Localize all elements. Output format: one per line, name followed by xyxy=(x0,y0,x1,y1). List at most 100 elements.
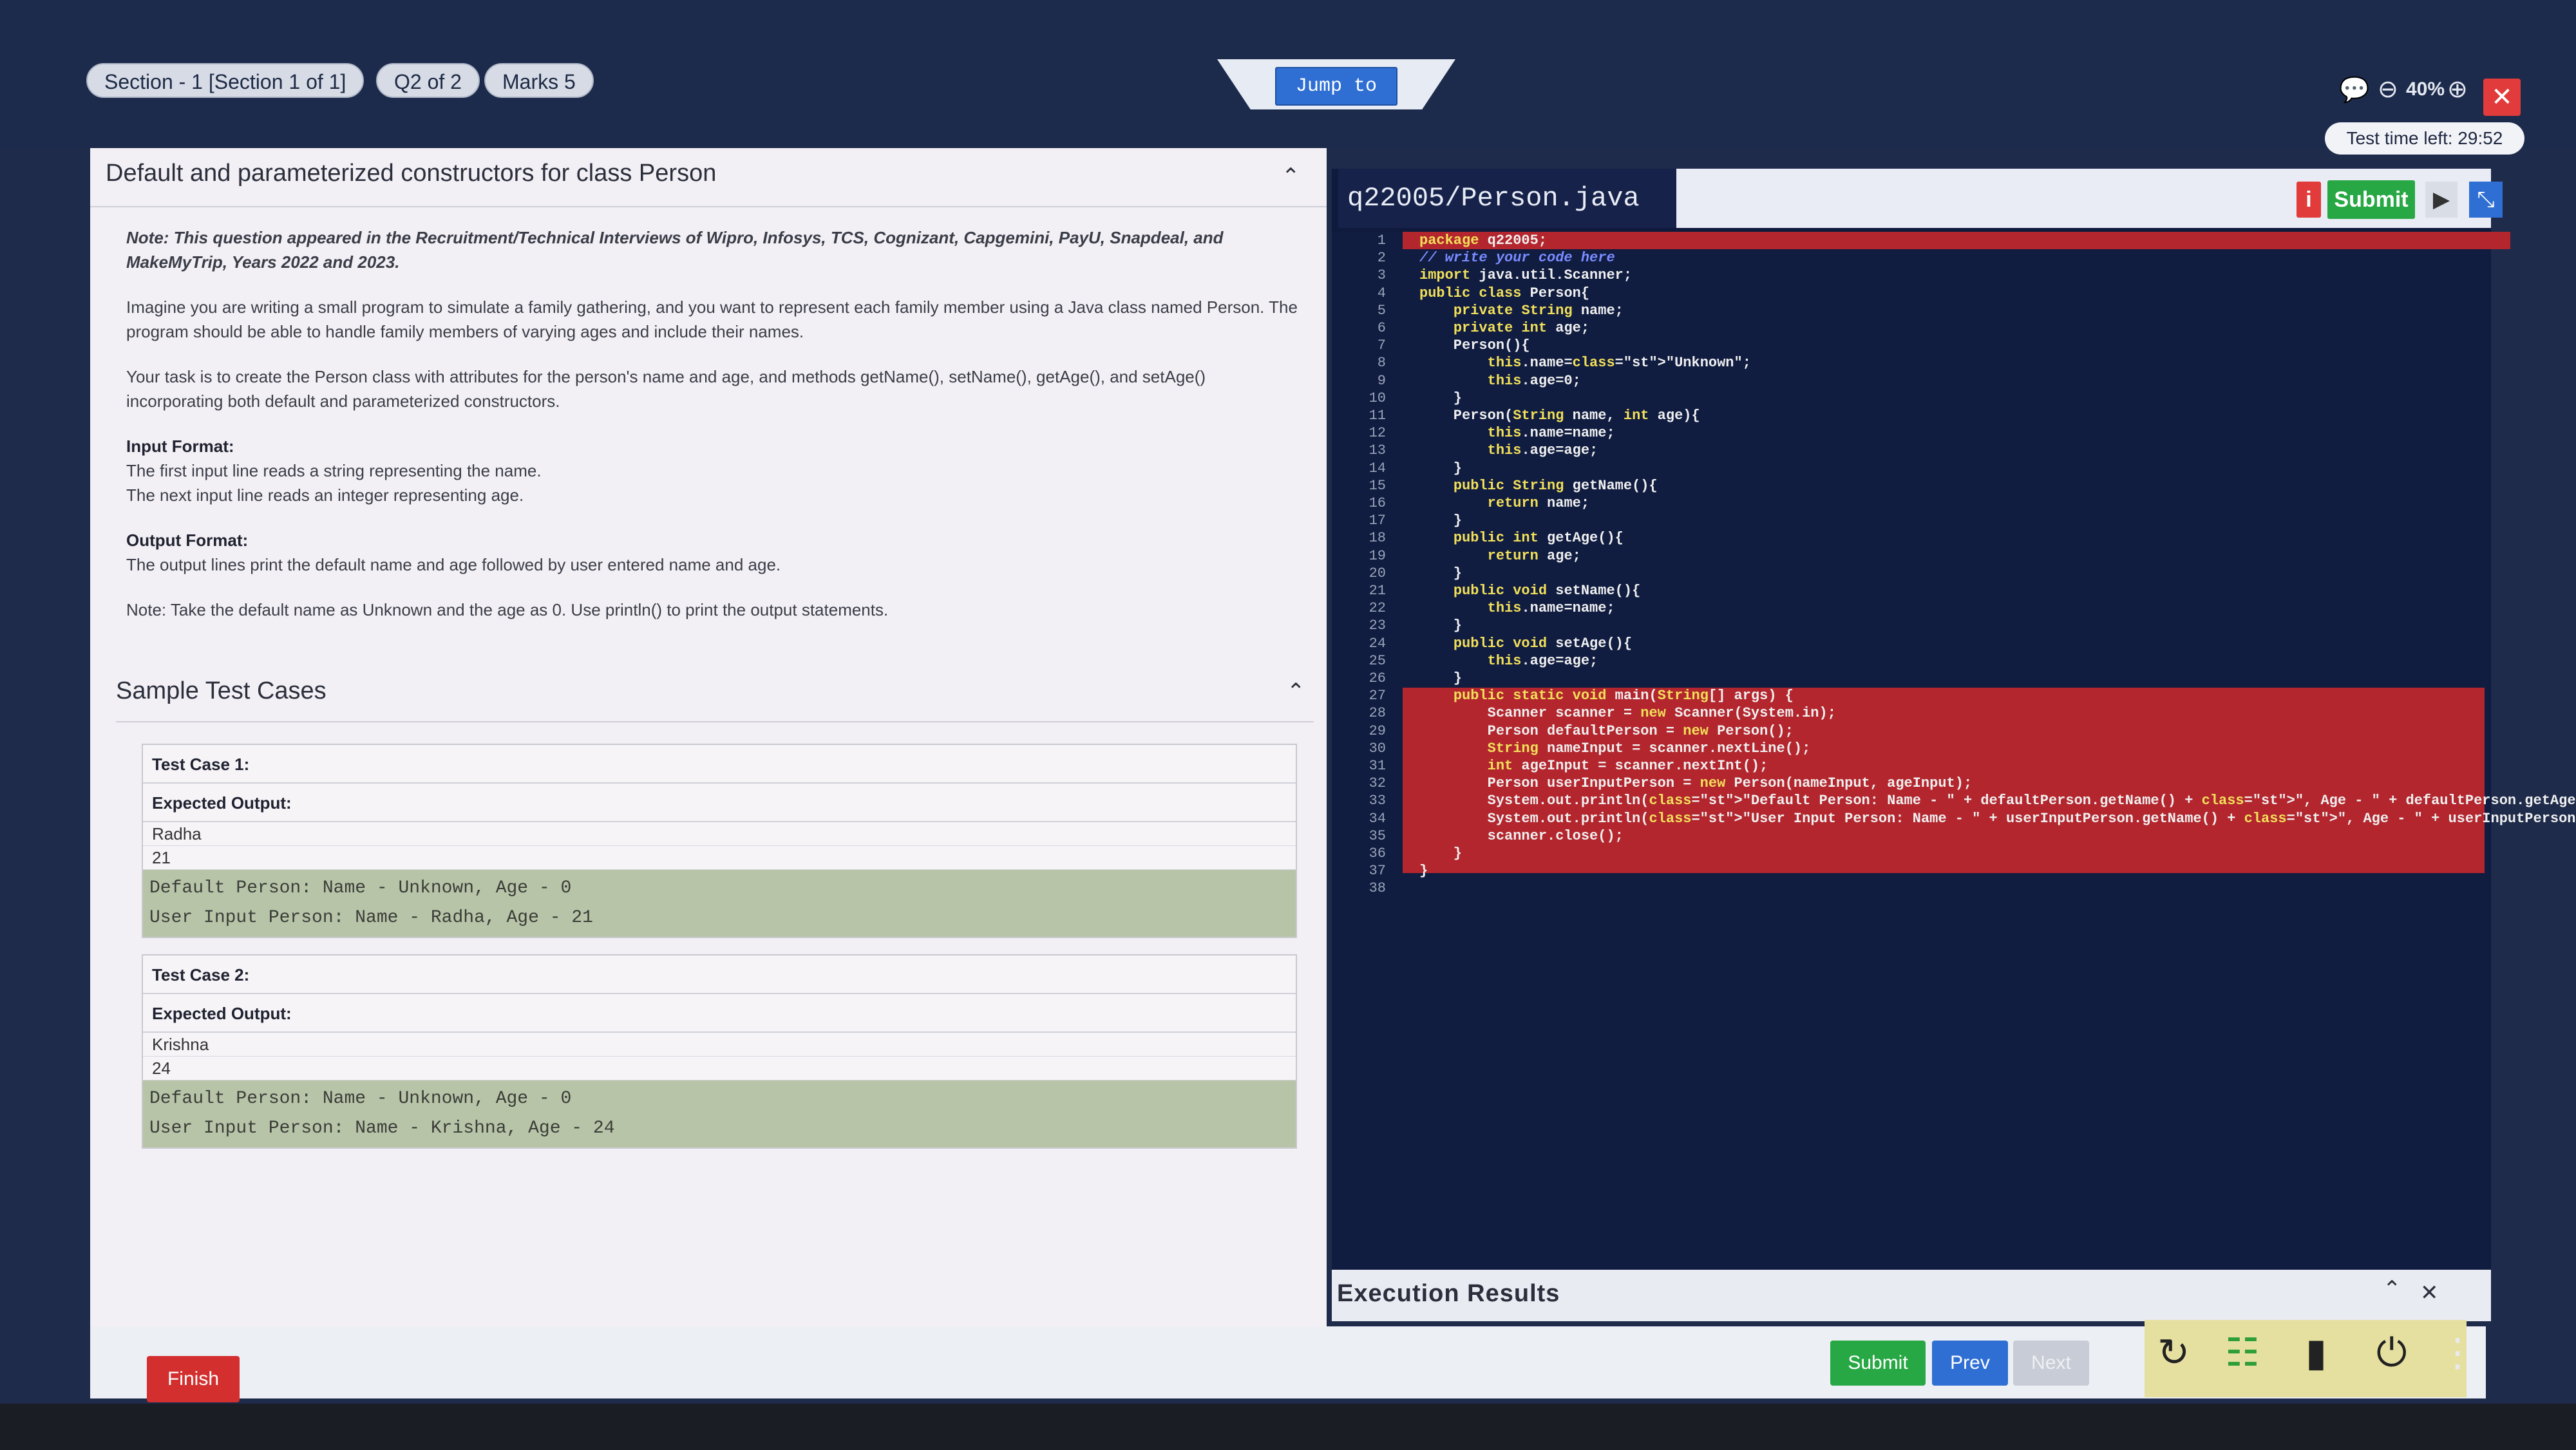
time-left-badge: Test time left: 29:52 xyxy=(2325,122,2524,155)
question-panel: Default and parameterized constructors f… xyxy=(90,148,1327,1378)
code-line[interactable]: 29 Person defaultPerson = new Person(); xyxy=(1340,722,1794,740)
code-line[interactable]: 36 } xyxy=(1340,845,1462,862)
line-number: 22 xyxy=(1368,600,1386,617)
question-note: Note: This question appeared in the Recr… xyxy=(126,228,1224,272)
code-line[interactable]: 6 private int age; xyxy=(1340,319,1589,337)
code-line[interactable]: 35 scanner.close(); xyxy=(1340,827,1624,845)
code-line[interactable]: 9 this.age=0; xyxy=(1340,372,1581,390)
collapse-chevron-icon[interactable]: ⌃ xyxy=(1282,164,1300,189)
code-line[interactable]: 3 import java.util.Scanner; xyxy=(1340,267,1632,284)
final-note: Note: Take the default name as Unknown a… xyxy=(126,600,889,619)
chat-icon[interactable]: 💬 xyxy=(2339,76,2369,104)
bottom-bar xyxy=(90,1326,2486,1398)
code-text: String nameInput = scanner.nextLine(); xyxy=(1487,740,1811,757)
code-text: private String name; xyxy=(1453,302,1624,319)
section-badge[interactable]: Section - 1 [Section 1 of 1] xyxy=(86,63,365,98)
code-line[interactable]: 18 public int getAge(){ xyxy=(1340,529,1624,547)
line-number: 32 xyxy=(1368,775,1386,792)
execution-results-panel: Execution Results ⌃ ✕ xyxy=(1332,1270,2491,1321)
code-text: } xyxy=(1419,390,1463,406)
code-text: public static void main(String[] args) { xyxy=(1453,688,1794,704)
run-icon[interactable]: ▶ xyxy=(2425,182,2458,218)
wifi-icon[interactable]: ☷ xyxy=(2225,1330,2260,1375)
code-line[interactable]: 28 Scanner scanner = new Scanner(System.… xyxy=(1340,704,1836,722)
code-line[interactable]: 20 } xyxy=(1340,565,1462,582)
submit-button[interactable]: Submit xyxy=(1830,1341,1926,1386)
code-text: private int age; xyxy=(1453,320,1590,336)
close-icon[interactable]: ✕ xyxy=(2483,79,2521,116)
prev-button[interactable]: Prev xyxy=(1932,1341,2008,1386)
code-line[interactable]: 34 System.out.println(class="st">"User I… xyxy=(1340,810,2576,827)
zoom-in-icon[interactable]: ⊕ xyxy=(2447,75,2468,104)
code-line[interactable]: 31 int ageInput = scanner.nextInt(); xyxy=(1340,757,1768,775)
code-line[interactable]: 27 public static void main(String[] args… xyxy=(1340,687,1794,704)
editor-submit-button[interactable]: Submit xyxy=(2327,180,2415,219)
file-tab[interactable]: q22005/Person.java xyxy=(1338,169,1676,228)
code-text: } xyxy=(1419,845,1463,862)
code-text: } xyxy=(1419,513,1463,529)
code-line[interactable]: 21 public void setName(){ xyxy=(1340,582,1641,599)
code-text: public int getAge(){ xyxy=(1453,530,1624,547)
code-text: package q22005; xyxy=(1419,232,1548,249)
code-line[interactable]: 15 public String getName(){ xyxy=(1340,477,1658,494)
code-line[interactable]: 4 public class Person{ xyxy=(1340,285,1589,302)
refresh-icon[interactable]: ↻ xyxy=(2157,1330,2190,1375)
screen-bezel xyxy=(0,1404,2576,1450)
line-number: 8 xyxy=(1377,355,1386,372)
collapse-chevron-icon[interactable]: ⌃ xyxy=(1287,679,1305,704)
code-line[interactable]: 7 Person(){ xyxy=(1340,337,1530,354)
power-icon[interactable]: ⏻ xyxy=(2376,1330,2407,1375)
collapse-chevron-icon[interactable]: ⌃ xyxy=(2383,1276,2401,1302)
question-badge[interactable]: Q2 of 2 xyxy=(376,63,480,98)
line-number: 23 xyxy=(1368,617,1386,634)
expected-output-label: Expected Output: xyxy=(143,784,1296,822)
info-button[interactable]: i xyxy=(2297,182,2321,218)
line-number: 9 xyxy=(1377,372,1386,389)
code-line[interactable]: 10 } xyxy=(1340,390,1462,407)
code-text: Person userInputPerson = new Person(name… xyxy=(1419,775,1973,792)
jump-to-button[interactable]: Jump to xyxy=(1275,67,1397,106)
code-line[interactable]: 14 } xyxy=(1340,460,1462,477)
code-line[interactable]: 26 } xyxy=(1340,670,1462,687)
next-button[interactable]: Next xyxy=(2013,1341,2089,1386)
code-line[interactable]: 12 this.name=name; xyxy=(1340,424,1615,442)
code-text: Person defaultPerson = new Person(); xyxy=(1419,722,1794,739)
line-number: 21 xyxy=(1368,583,1386,599)
finish-button[interactable]: Finish xyxy=(147,1356,240,1402)
sample-test-cases-header[interactable]: Sample Test Cases ⌃ xyxy=(116,663,1314,722)
code-line[interactable]: 1 package q22005; xyxy=(1340,232,1547,249)
line-number: 24 xyxy=(1368,635,1386,652)
code-line[interactable]: 16 return name; xyxy=(1340,494,1589,512)
code-line[interactable]: 32 Person userInputPerson = new Person(n… xyxy=(1340,775,1973,792)
code-line[interactable]: 2 // write your code here xyxy=(1340,249,1615,267)
code-line[interactable]: 37} xyxy=(1340,862,1428,880)
zoom-out-icon[interactable]: ⊖ xyxy=(2378,75,2398,104)
code-line[interactable]: 19 return age; xyxy=(1340,547,1581,565)
line-number: 1 xyxy=(1377,232,1386,249)
code-line[interactable]: 8 this.name=class="st">"Unknown"; xyxy=(1340,354,1751,372)
more-icon[interactable]: ⋮ xyxy=(2438,1330,2477,1375)
code-line[interactable]: 25 this.age=age; xyxy=(1340,652,1598,670)
line-number: 7 xyxy=(1377,337,1386,354)
code-line[interactable]: 23 } xyxy=(1340,617,1462,634)
line-number: 11 xyxy=(1368,408,1386,424)
line-number: 16 xyxy=(1368,495,1386,511)
code-line[interactable]: 30 String nameInput = scanner.nextLine()… xyxy=(1340,740,1811,757)
code-line[interactable]: 17 } xyxy=(1340,512,1462,529)
code-line[interactable]: 38 xyxy=(1340,880,1419,897)
code-line[interactable]: 13 this.age=age; xyxy=(1340,442,1598,459)
code-line[interactable]: 24 public void setAge(){ xyxy=(1340,635,1632,652)
code-line[interactable]: 33 System.out.println(class="st">"Defaul… xyxy=(1340,792,2576,809)
question-header[interactable]: Default and parameterized constructors f… xyxy=(90,148,1327,207)
code-text: public String getName(){ xyxy=(1453,477,1658,494)
line-number: 17 xyxy=(1368,513,1386,529)
close-icon[interactable]: ✕ xyxy=(2420,1280,2439,1306)
code-line[interactable]: 5 private String name; xyxy=(1340,302,1624,319)
code-text: } xyxy=(1419,460,1463,476)
code-line[interactable]: 22 this.name=name; xyxy=(1340,599,1615,617)
test-case-label: Test Case 1: xyxy=(143,745,1296,784)
code-line[interactable]: 11 Person(String name, int age){ xyxy=(1340,407,1700,424)
code-text: System.out.println(class="st">"Default P… xyxy=(1419,793,2576,809)
fullscreen-icon[interactable]: ⤡ xyxy=(2469,182,2503,218)
line-number: 5 xyxy=(1377,302,1386,319)
